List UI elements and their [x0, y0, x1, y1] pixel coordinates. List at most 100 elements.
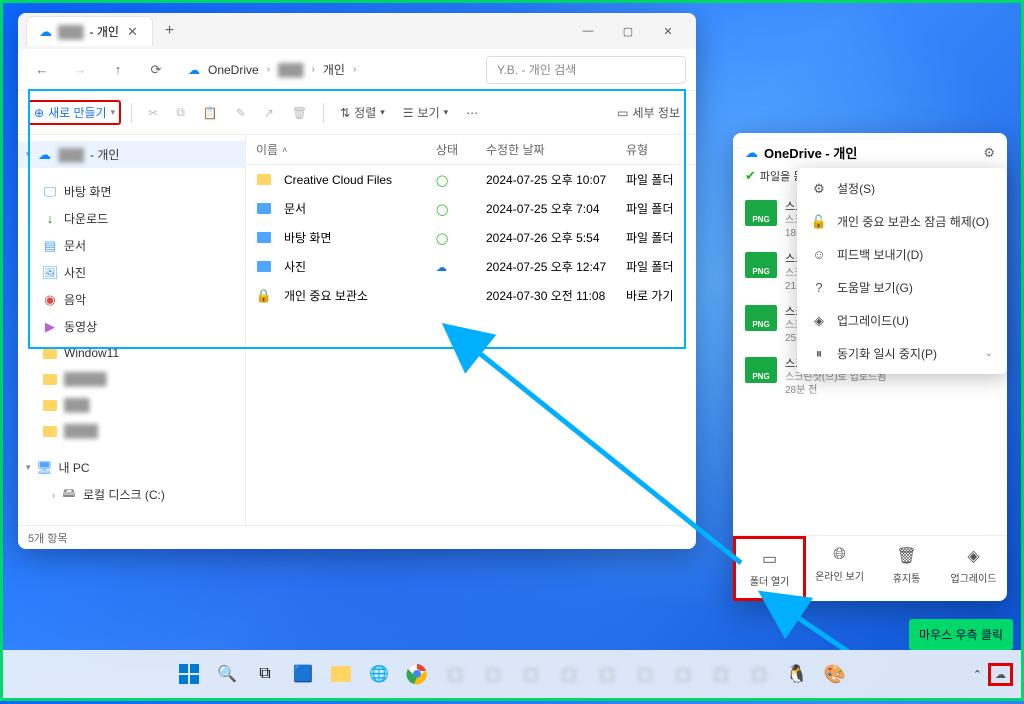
- start-button[interactable]: [173, 658, 205, 690]
- up-button[interactable]: ↑: [104, 56, 132, 84]
- breadcrumb[interactable]: ███: [278, 63, 304, 77]
- sidebar-item-folder[interactable]: Window11: [18, 340, 245, 366]
- maximize-button[interactable]: ▢: [608, 16, 648, 46]
- taskbar-app[interactable]: 🎨: [819, 658, 851, 690]
- col-name[interactable]: 이름 ˄: [256, 141, 436, 158]
- taskbar[interactable]: 🔍 ⧉ 🟦 🌐 ▢ ▢ ▢ ▢ ▢ ▢ ▢ ▢ ▢ 🐧 🎨 ⌃: [3, 650, 1021, 698]
- cloud-icon: [39, 24, 52, 40]
- close-button[interactable]: ✕: [648, 16, 688, 46]
- forward-button[interactable]: →: [66, 56, 94, 84]
- upgrade-button[interactable]: ◈업그레이드: [940, 536, 1007, 601]
- file-row[interactable]: 문서◯2024-07-25 오후 7:04파일 폴더: [246, 194, 696, 223]
- music-icon: ◉: [42, 292, 58, 308]
- minimize-button[interactable]: —: [568, 16, 608, 46]
- taskbar-app[interactable]: ▢: [667, 658, 699, 690]
- tray-onedrive-icon[interactable]: [988, 663, 1013, 686]
- menu-help[interactable]: ?도움말 보기(G): [797, 271, 1007, 304]
- menu-upgrade[interactable]: ◈업그레이드(U): [797, 304, 1007, 337]
- new-button[interactable]: ⊕ 새로 만들기 ▾: [34, 104, 115, 121]
- statusbar: 5개 항목: [18, 525, 696, 549]
- sidebar-item-folder[interactable]: ███: [18, 392, 245, 418]
- address-bar[interactable]: OneDrive › ███ › 개인 ›: [180, 61, 476, 78]
- taskbar-app[interactable]: ▢: [629, 658, 661, 690]
- sidebar-item-local-disk[interactable]: ›🖴로컬 디스크 (C:): [18, 481, 245, 508]
- sidebar-item-pictures[interactable]: 🖼사진: [18, 259, 245, 286]
- trash-icon: 🗑: [292, 106, 307, 120]
- view-button[interactable]: ☰ 보기 ▾: [397, 98, 454, 128]
- sidebar-item-folder[interactable]: █████: [18, 366, 245, 392]
- file-row[interactable]: Creative Cloud Files◯2024-07-25 오후 10:07…: [246, 165, 696, 194]
- col-status[interactable]: 상태: [436, 141, 486, 158]
- file-date: 2024-07-25 오후 12:47: [486, 258, 626, 275]
- breadcrumb[interactable]: OneDrive: [208, 63, 259, 77]
- gear-icon[interactable]: ⚙: [983, 145, 995, 161]
- png-badge-icon: PNG: [745, 200, 777, 226]
- cut-button[interactable]: ✂: [142, 98, 164, 128]
- breadcrumb[interactable]: 개인: [323, 61, 345, 78]
- png-badge-icon: PNG: [745, 305, 777, 331]
- recent-time: 28분 전: [785, 384, 995, 397]
- explorer-tab[interactable]: ███ - 개인 ✕: [26, 16, 153, 46]
- taskbar-app[interactable]: ▢: [553, 658, 585, 690]
- close-tab-icon[interactable]: ✕: [125, 24, 140, 40]
- menu-unlock-vault[interactable]: 🔓개인 중요 보관소 잠금 해제(O): [797, 205, 1007, 238]
- more-button[interactable]: ⋯: [460, 98, 484, 128]
- copy-button[interactable]: ⧉: [170, 98, 191, 128]
- file-row[interactable]: 바탕 화면◯2024-07-26 오후 5:54파일 폴더: [246, 223, 696, 252]
- delete-button[interactable]: 🗑: [286, 98, 313, 128]
- taskbar-app[interactable]: ▢: [705, 658, 737, 690]
- col-date[interactable]: 수정한 날짜: [486, 141, 626, 158]
- taskbar-edge[interactable]: 🌐: [363, 658, 395, 690]
- back-button[interactable]: ←: [28, 56, 56, 84]
- col-type[interactable]: 유형: [626, 141, 686, 158]
- taskbar-app[interactable]: ▢: [591, 658, 623, 690]
- sidebar-item-videos[interactable]: ▶동영상: [18, 313, 245, 340]
- taskbar-app[interactable]: ▢: [439, 658, 471, 690]
- sidebar-item-this-pc[interactable]: ▾🖥내 PC: [18, 454, 245, 481]
- tray-chevron-icon[interactable]: ⌃: [973, 668, 982, 681]
- open-folder-button[interactable]: ▭폴더 열기: [733, 536, 806, 601]
- share-icon: ↗: [264, 106, 274, 120]
- taskbar-app[interactable]: 🐧: [781, 658, 813, 690]
- search-input[interactable]: Y.B. - 개인 검색: [486, 56, 686, 84]
- file-icon: [256, 230, 272, 246]
- taskbar-chrome[interactable]: [401, 658, 433, 690]
- png-badge-icon: PNG: [745, 357, 777, 383]
- menu-pause[interactable]: ⏸동기화 일시 중지(P)⌄: [797, 337, 1007, 370]
- view-online-button[interactable]: 🌐︎온라인 보기: [806, 536, 873, 601]
- sidebar-item-desktop[interactable]: 🖵바탕 화면: [18, 178, 245, 205]
- menu-settings[interactable]: ⚙설정(S): [797, 172, 1007, 205]
- taskbar-explorer[interactable]: [325, 658, 357, 690]
- sidebar-item-music[interactable]: ◉음악: [18, 286, 245, 313]
- label: ███: [59, 148, 85, 162]
- sidebar-item-folder[interactable]: ████: [18, 418, 245, 444]
- sidebar-item-onedrive[interactable]: ▾ ███ - 개인: [18, 141, 245, 168]
- recycle-button[interactable]: 🗑휴지통: [873, 536, 940, 601]
- menu-feedback[interactable]: ☺피드백 보내기(D): [797, 238, 1007, 271]
- details-button[interactable]: ▭ 세부 정보: [611, 98, 686, 128]
- paste-button[interactable]: 📋: [197, 98, 224, 128]
- sidebar[interactable]: ▾ ███ - 개인 🖵바탕 화면 ↓다운로드 ▤문서 🖼사진 ◉음악 ▶동영상…: [18, 135, 246, 525]
- taskbar-app[interactable]: ▢: [515, 658, 547, 690]
- rename-button[interactable]: ✎: [230, 98, 252, 128]
- cloud-icon: [745, 145, 758, 161]
- taskbar-app[interactable]: ▢: [477, 658, 509, 690]
- taskbar-app[interactable]: ▢: [743, 658, 775, 690]
- file-row[interactable]: 🔒개인 중요 보관소2024-07-30 오전 11:08바로 가기: [246, 281, 696, 310]
- chevron-right-icon: ›: [353, 64, 356, 75]
- file-name: 개인 중요 보관소: [284, 287, 368, 304]
- refresh-button[interactable]: ⟳: [142, 56, 170, 84]
- document-icon: ▤: [42, 238, 58, 254]
- search-button[interactable]: 🔍: [211, 658, 243, 690]
- sidebar-item-documents[interactable]: ▤문서: [18, 232, 245, 259]
- task-view-button[interactable]: ⧉: [249, 658, 281, 690]
- share-button[interactable]: ↗: [258, 98, 280, 128]
- file-row[interactable]: 사진☁2024-07-25 오후 12:47파일 폴더: [246, 252, 696, 281]
- system-tray[interactable]: ⌃: [973, 663, 1021, 686]
- task-center: 🔍 ⧉ 🟦 🌐 ▢ ▢ ▢ ▢ ▢ ▢ ▢ ▢ ▢ 🐧 🎨: [173, 658, 851, 690]
- add-tab-button[interactable]: +: [165, 22, 174, 40]
- widgets-button[interactable]: 🟦: [287, 658, 319, 690]
- sort-button[interactable]: ⇅ 정렬 ▾: [334, 98, 391, 128]
- separator: [131, 103, 132, 123]
- sidebar-item-downloads[interactable]: ↓다운로드: [18, 205, 245, 232]
